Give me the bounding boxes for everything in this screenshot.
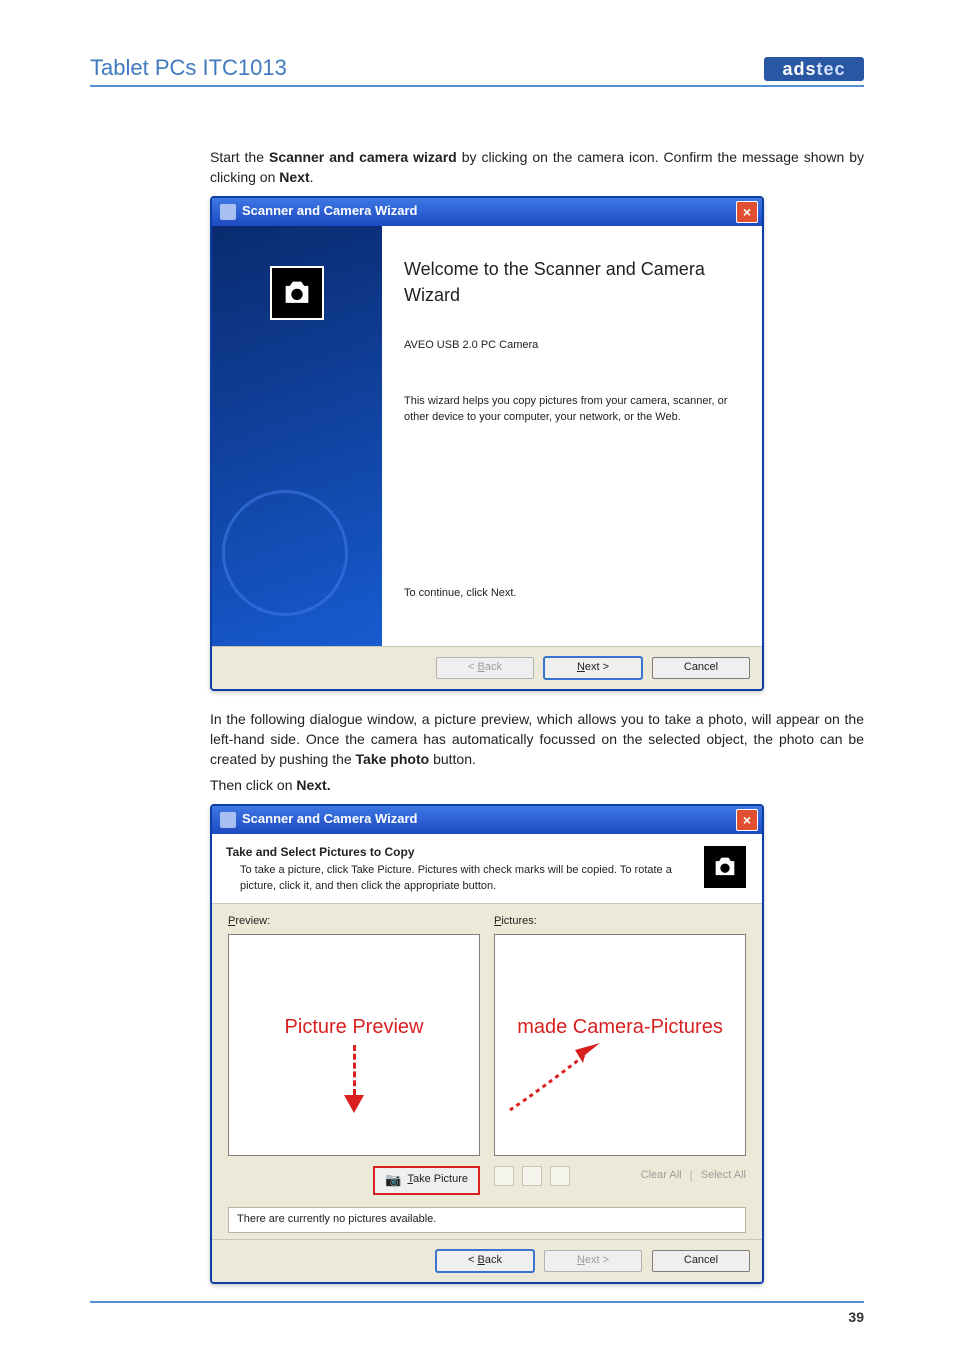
intro-bold-wizard: Scanner and camera wizard bbox=[269, 149, 457, 165]
close-icon[interactable]: × bbox=[736, 809, 758, 831]
dialog1-device-name: AVEO USB 2.0 PC Camera bbox=[404, 338, 742, 354]
dialog2-title-text: Scanner and Camera Wizard bbox=[242, 810, 417, 829]
paragraph-3: Then click on Next. bbox=[210, 775, 864, 795]
take-picture-button[interactable]: 📷 Take Picture bbox=[373, 1166, 480, 1195]
dialog1-title-text: Scanner and Camera Wizard bbox=[242, 202, 417, 221]
p2-text-pre: In the following dialogue window, a pict… bbox=[210, 711, 864, 768]
dialog1-body: Welcome to the Scanner and Camera Wizard… bbox=[212, 226, 762, 646]
doc-title: Tablet PCs ITC1013 bbox=[90, 55, 287, 81]
dialog2-status-text: There are currently no pictures availabl… bbox=[228, 1207, 746, 1233]
page-number: 39 bbox=[848, 1309, 864, 1325]
dialog1-main: Welcome to the Scanner and Camera Wizard… bbox=[382, 226, 762, 646]
pictures-box: made Camera-Pictures bbox=[494, 934, 746, 1156]
pictures-column: Pictures: made Camera-Pictures bbox=[494, 914, 746, 1195]
p3-bold: Next. bbox=[296, 777, 330, 793]
close-icon[interactable]: × bbox=[736, 201, 758, 223]
dialog2-title-icon bbox=[220, 812, 236, 828]
p2-text-end: button. bbox=[429, 751, 476, 767]
intro-paragraph: Start the Scanner and camera wizard by c… bbox=[210, 147, 864, 188]
cancel-button[interactable]: Cancel bbox=[652, 657, 750, 679]
p2-bold: Take photo bbox=[356, 751, 430, 767]
annotation-preview-text: Picture Preview bbox=[229, 1013, 479, 1042]
properties-icon[interactable] bbox=[550, 1166, 570, 1186]
back-button[interactable]: < Back bbox=[436, 1250, 534, 1272]
annotation-arrow-diagonal-icon bbox=[505, 1035, 615, 1121]
dialog1-titlebar[interactable]: Scanner and Camera Wizard × bbox=[212, 198, 762, 226]
wizard-dialog-take-pictures: Scanner and Camera Wizard × Take and Sel… bbox=[210, 804, 764, 1284]
p3-text-pre: Then click on bbox=[210, 777, 296, 793]
wizard-dialog-welcome: Scanner and Camera Wizard × Welcome to t… bbox=[210, 196, 764, 691]
brand-logo: adstec bbox=[764, 57, 864, 81]
paragraph-2: In the following dialogue window, a pict… bbox=[210, 709, 864, 770]
camera-wizard-icon bbox=[270, 266, 324, 320]
intro-text-end: . bbox=[310, 169, 314, 185]
dialog1-sidebar bbox=[212, 226, 382, 646]
intro-bold-next: Next bbox=[279, 169, 309, 185]
next-button[interactable]: Next > bbox=[544, 657, 642, 679]
dialog1-welcome-heading: Welcome to the Scanner and Camera Wizard bbox=[404, 256, 742, 308]
cancel-button[interactable]: Cancel bbox=[652, 1250, 750, 1272]
preview-box: Picture Preview bbox=[228, 934, 480, 1156]
annotation-arrow-down-icon bbox=[344, 1045, 364, 1119]
take-picture-label: Take Picture bbox=[407, 1172, 468, 1188]
dialog2-header-title: Take and Select Pictures to Copy bbox=[226, 844, 702, 861]
camera-icon: 📷 bbox=[385, 1171, 401, 1190]
pictures-toolbar bbox=[494, 1166, 570, 1186]
pictures-label: Pictures: bbox=[494, 914, 746, 930]
sidebar-graphic bbox=[222, 490, 348, 616]
back-button: < Back bbox=[436, 657, 534, 679]
dialog2-header-subtitle: To take a picture, click Take Picture. P… bbox=[226, 863, 680, 895]
preview-column: Preview: Picture Preview 📷 bbox=[228, 914, 480, 1195]
page-header: Tablet PCs ITC1013 adstec bbox=[90, 55, 864, 87]
dialog1-description: This wizard helps you copy pictures from… bbox=[404, 394, 742, 426]
page-footer: 39 bbox=[90, 1301, 864, 1325]
dialog1-title-icon bbox=[220, 204, 236, 220]
preview-label: Preview: bbox=[228, 914, 480, 930]
next-button: Next > bbox=[544, 1250, 642, 1272]
dialog2-titlebar[interactable]: Scanner and Camera Wizard × bbox=[212, 806, 762, 834]
dialog2-header: Take and Select Pictures to Copy To take… bbox=[212, 834, 762, 903]
select-all-button[interactable]: Select All bbox=[701, 1168, 746, 1184]
clear-all-button[interactable]: Clear All bbox=[641, 1168, 682, 1184]
dialog1-footer: < Back Next > Cancel bbox=[212, 646, 762, 689]
main-content: Start the Scanner and camera wizard by c… bbox=[210, 147, 864, 1284]
rotate-cw-icon[interactable] bbox=[522, 1166, 542, 1186]
dialog2-body: Preview: Picture Preview 📷 bbox=[212, 904, 762, 1239]
rotate-ccw-icon[interactable] bbox=[494, 1166, 514, 1186]
dialog1-continue-text: To continue, click Next. bbox=[404, 586, 742, 602]
camera-wizard-icon bbox=[702, 844, 748, 890]
intro-text: Start the bbox=[210, 149, 269, 165]
dialog2-footer: < Back Next > Cancel bbox=[212, 1239, 762, 1282]
